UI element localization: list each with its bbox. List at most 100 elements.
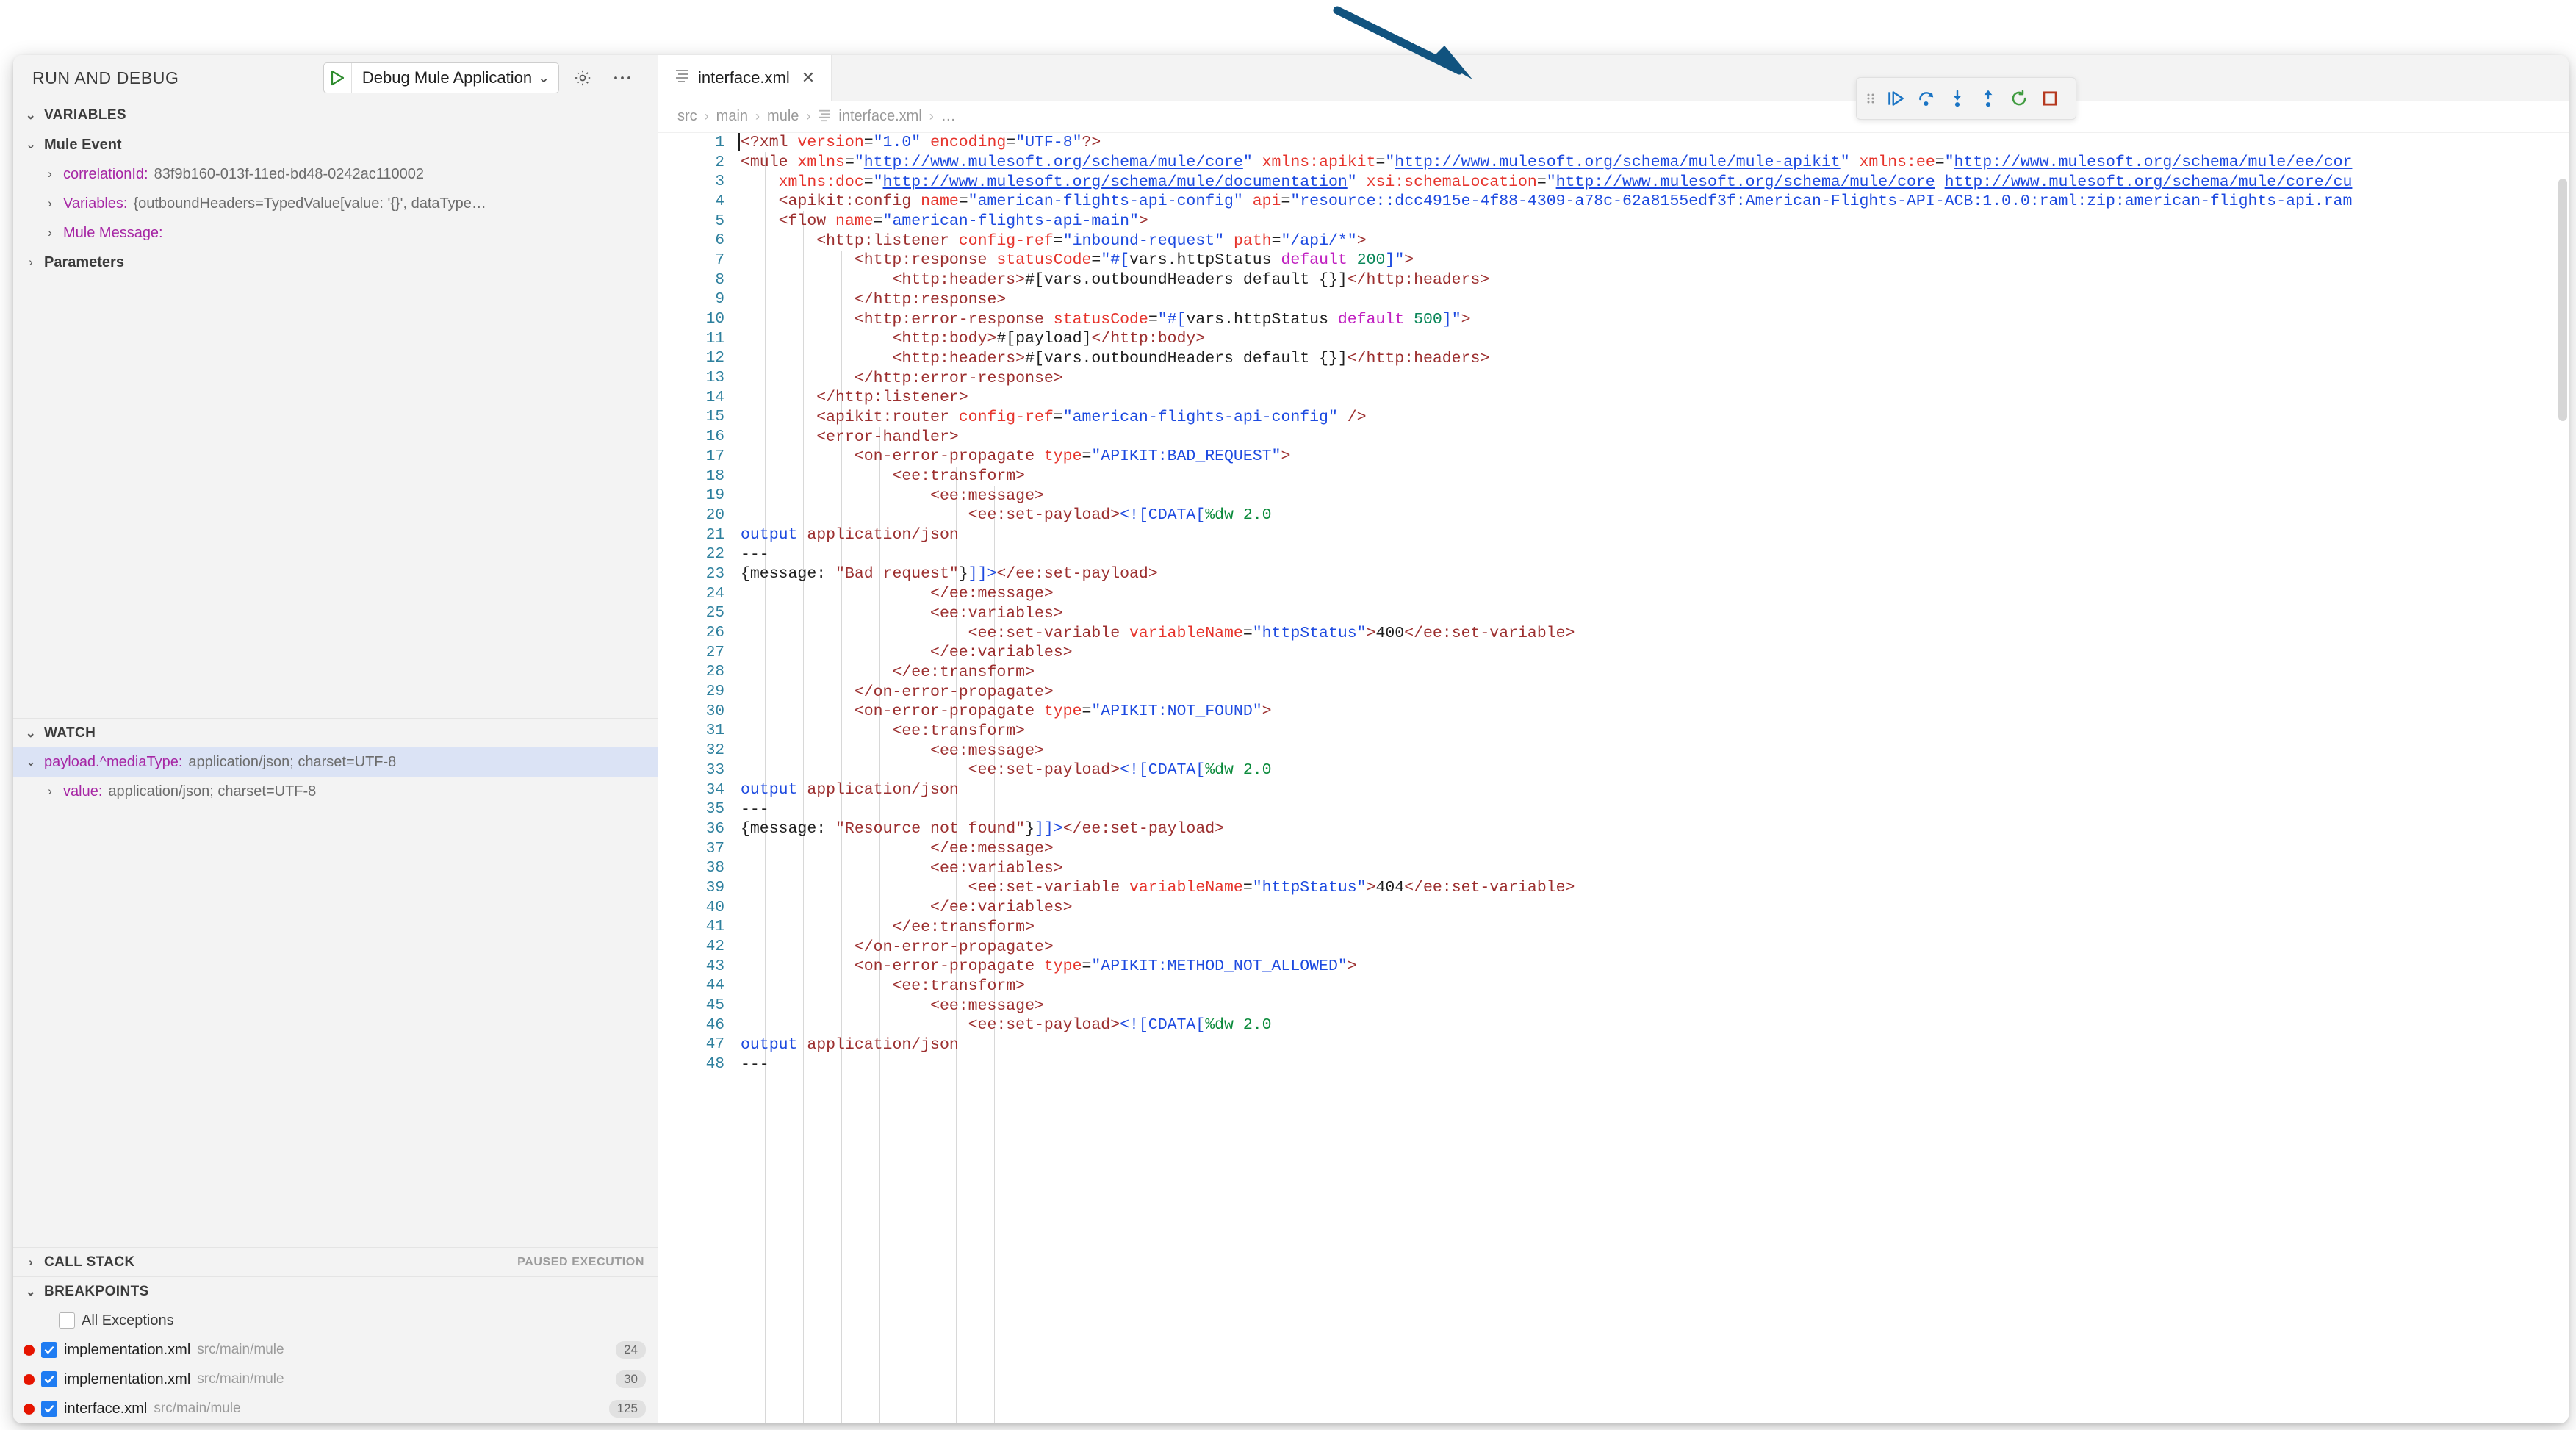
code-line[interactable]: 34 output application/json bbox=[658, 780, 2569, 800]
all-exceptions-checkbox[interactable] bbox=[59, 1312, 75, 1329]
tab-interface-xml[interactable]: interface.xml ✕ bbox=[658, 55, 832, 101]
debug-toolbar[interactable] bbox=[1856, 77, 2076, 120]
code-line[interactable]: 6 <http:listener config-ref="inbound-req… bbox=[658, 231, 2569, 251]
restart-button[interactable] bbox=[2004, 83, 2034, 114]
close-icon[interactable]: ✕ bbox=[802, 68, 815, 87]
code-line[interactable]: 47 output application/json bbox=[658, 1035, 2569, 1055]
code-line[interactable]: 19 <ee:message> bbox=[658, 486, 2569, 506]
code-line[interactable]: 5 <flow name="american-flights-api-main"… bbox=[658, 212, 2569, 231]
variable-row[interactable]: › Parameters bbox=[13, 248, 658, 277]
code-line[interactable]: 26 <ee:set-variable variableName="httpSt… bbox=[658, 623, 2569, 643]
section-header-call-stack[interactable]: › CALL STACK PAUSED EXECUTION bbox=[13, 1247, 658, 1276]
code-line[interactable]: 27 </ee:variables> bbox=[658, 643, 2569, 663]
code-line[interactable]: 11 <http:body>#[payload]</http:body> bbox=[658, 329, 2569, 349]
code-line[interactable]: 48 --- bbox=[658, 1054, 2569, 1074]
breadcrumb-segment[interactable]: mule bbox=[767, 108, 799, 125]
gear-icon[interactable] bbox=[566, 62, 599, 94]
code-line[interactable]: 38 <ee:variables> bbox=[658, 858, 2569, 878]
code-line[interactable]: 44 <ee:transform> bbox=[658, 977, 2569, 996]
breakpoint-checkbox[interactable] bbox=[41, 1401, 57, 1417]
chevron-right-icon[interactable]: › bbox=[43, 784, 57, 799]
breadcrumb-segment[interactable]: src bbox=[677, 108, 697, 125]
code-line[interactable]: 29 </on-error-propagate> bbox=[658, 682, 2569, 702]
breakpoint-row[interactable]: implementation.xml src/main/mule 24 bbox=[13, 1335, 658, 1365]
code-editor-viewport[interactable]: 1 <?xml version="1.0" encoding="UTF-8"?> 2… bbox=[658, 133, 2569, 1423]
code-line-text: <apikit:config name="american-flights-ap… bbox=[778, 193, 2353, 211]
code-line[interactable]: 43 <on-error-propagate type="APIKIT:METH… bbox=[658, 957, 2569, 977]
code-line[interactable]: 2 <mule xmlns="http://www.mulesoft.org/sc… bbox=[658, 153, 2569, 173]
code-line[interactable]: 16 <error-handler> bbox=[658, 427, 2569, 447]
launch-configuration-dropdown[interactable]: Debug Mule Application ⌄ bbox=[323, 62, 559, 93]
code-line[interactable]: 36 {message: "Resource not found"}]]></ee… bbox=[658, 819, 2569, 839]
scrollbar-thumb[interactable] bbox=[2558, 179, 2567, 421]
chevron-down-icon[interactable]: ⌄ bbox=[24, 755, 38, 769]
code-line[interactable]: 35 --- bbox=[658, 800, 2569, 819]
code-line[interactable]: 17 <on-error-propagate type="APIKIT:BAD_… bbox=[658, 447, 2569, 467]
drag-handle-icon[interactable] bbox=[1863, 83, 1880, 114]
chevron-down-icon[interactable]: ⌄ bbox=[24, 137, 38, 152]
code-line[interactable]: 30 <on-error-propagate type="APIKIT:NOT_… bbox=[658, 702, 2569, 722]
code-line[interactable]: 22 --- bbox=[658, 545, 2569, 564]
code-line[interactable]: 8 <http:headers>#[vars.outboundHeaders d… bbox=[658, 270, 2569, 290]
code-line[interactable]: 15 <apikit:router config-ref="american-f… bbox=[658, 408, 2569, 428]
code-line[interactable]: 40 </ee:variables> bbox=[658, 898, 2569, 918]
breadcrumb-segment[interactable]: … bbox=[941, 108, 956, 125]
breadcrumb-segment[interactable]: main bbox=[716, 108, 748, 125]
code-line[interactable]: 25 <ee:variables> bbox=[658, 604, 2569, 624]
watch-row[interactable]: › value: application/json; charset=UTF-8 bbox=[13, 777, 658, 806]
code-line[interactable]: 21 output application/json bbox=[658, 525, 2569, 545]
code-line[interactable]: 46 <ee:set-payload><![CDATA[%dw 2.0 bbox=[658, 1016, 2569, 1035]
code-line[interactable]: 4 <apikit:config name="american-flights-… bbox=[658, 192, 2569, 212]
code-line[interactable]: 31 <ee:transform> bbox=[658, 722, 2569, 741]
chevron-right-icon[interactable]: › bbox=[24, 255, 38, 270]
chevron-right-icon[interactable]: › bbox=[43, 196, 57, 211]
code-line[interactable]: 3 xmlns:doc="http://www.mulesoft.org/sch… bbox=[658, 172, 2569, 192]
code-line[interactable]: 9 </http:response> bbox=[658, 290, 2569, 310]
breakpoint-checkbox[interactable] bbox=[41, 1342, 57, 1358]
breakpoint-all-exceptions-row[interactable]: All Exceptions bbox=[13, 1306, 658, 1335]
code-line[interactable]: 10 <http:error-response statusCode="#[va… bbox=[658, 309, 2569, 329]
code-line[interactable]: 45 <ee:message> bbox=[658, 996, 2569, 1016]
code-line[interactable]: 14 </http:listener> bbox=[658, 388, 2569, 408]
variable-row[interactable]: ⌄ Mule Event bbox=[13, 130, 658, 159]
code-line[interactable]: 13 </http:error-response> bbox=[658, 368, 2569, 388]
code-line[interactable]: 32 <ee:message> bbox=[658, 741, 2569, 761]
breakpoint-row[interactable]: interface.xml src/main/mule 125 bbox=[13, 1394, 658, 1423]
continue-button[interactable] bbox=[1880, 83, 1911, 114]
code-line[interactable]: 33 <ee:set-payload><![CDATA[%dw 2.0 bbox=[658, 761, 2569, 780]
step-out-button[interactable] bbox=[1973, 83, 2004, 114]
code-line[interactable]: 23 {message: "Bad request"}]]></ee:set-pa… bbox=[658, 564, 2569, 584]
code-line[interactable]: 41 </ee:transform> bbox=[658, 918, 2569, 938]
breakpoint-checkbox[interactable] bbox=[41, 1371, 57, 1387]
ellipsis-icon[interactable] bbox=[606, 62, 638, 94]
watch-row[interactable]: ⌄ payload.^mediaType: application/json; c… bbox=[13, 747, 658, 777]
code-line[interactable]: 12 <http:headers>#[vars.outboundHeaders … bbox=[658, 349, 2569, 369]
code-line[interactable]: 1 <?xml version="1.0" encoding="UTF-8"?> bbox=[658, 133, 2569, 153]
section-header-breakpoints[interactable]: ⌄ BREAKPOINTS bbox=[13, 1276, 658, 1306]
chevron-right-icon[interactable]: › bbox=[43, 167, 57, 182]
start-debugging-icon[interactable] bbox=[324, 63, 352, 93]
code-line[interactable]: 18 <ee:transform> bbox=[658, 467, 2569, 486]
code-line[interactable]: 28 </ee:transform> bbox=[658, 663, 2569, 683]
code-line[interactable]: 42 </on-error-propagate> bbox=[658, 937, 2569, 957]
breadcrumb-segment[interactable]: interface.xml bbox=[838, 108, 921, 125]
line-number: 9 bbox=[715, 291, 724, 309]
code-line[interactable]: 7 <http:response statusCode="#[vars.http… bbox=[658, 251, 2569, 270]
chevron-right-icon: › bbox=[28, 1254, 34, 1269]
section-header-variables[interactable]: ⌄ VARIABLES bbox=[13, 101, 658, 130]
code-line[interactable]: 37 </ee:message> bbox=[658, 839, 2569, 859]
variable-row[interactable]: › Variables: {outboundHeaders=TypedValue[… bbox=[13, 189, 658, 218]
stop-button[interactable] bbox=[2034, 83, 2065, 114]
variable-row[interactable]: › Mule Message: bbox=[13, 218, 658, 248]
editor-vertical-scrollbar[interactable] bbox=[2555, 179, 2569, 1423]
step-over-button[interactable] bbox=[1911, 83, 1942, 114]
breakpoint-line-number: 125 bbox=[608, 1400, 646, 1418]
section-header-watch[interactable]: ⌄ WATCH bbox=[13, 718, 658, 747]
breakpoint-row[interactable]: implementation.xml src/main/mule 30 bbox=[13, 1365, 658, 1394]
chevron-right-icon[interactable]: › bbox=[43, 226, 57, 240]
code-line[interactable]: 24 </ee:message> bbox=[658, 584, 2569, 604]
code-line[interactable]: 39 <ee:set-variable variableName="httpSt… bbox=[658, 878, 2569, 898]
step-into-button[interactable] bbox=[1942, 83, 1973, 114]
code-line[interactable]: 20 <ee:set-payload><![CDATA[%dw 2.0 bbox=[658, 506, 2569, 525]
variable-row[interactable]: › correlationId: 83f9b160-013f-11ed-bd48-… bbox=[13, 159, 658, 189]
